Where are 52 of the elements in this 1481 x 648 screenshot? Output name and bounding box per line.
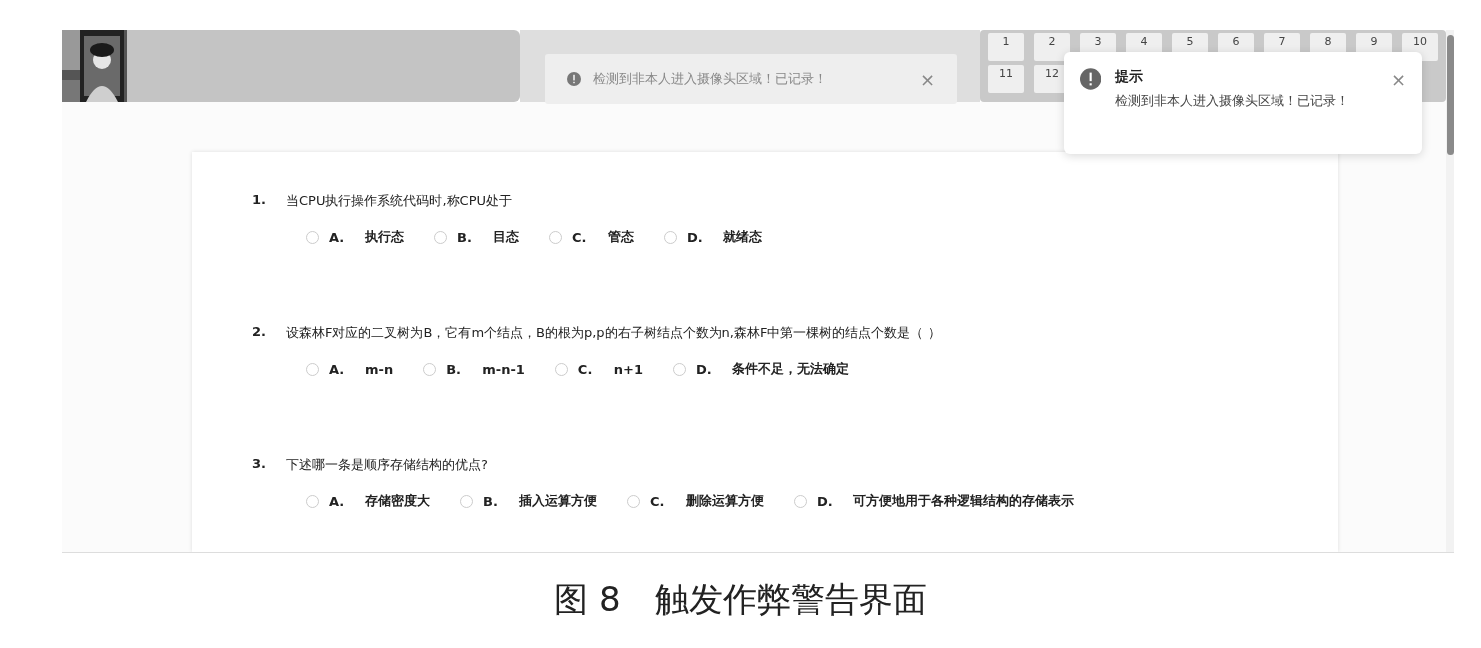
option-letter: B. [483, 493, 499, 509]
option-text: 可方便地用于各种逻辑结构的存储表示 [853, 492, 1074, 510]
warning-icon [1080, 68, 1102, 90]
option-letter: D. [696, 361, 713, 377]
option-text: n+1 [613, 361, 644, 377]
question-number: 2. [252, 324, 267, 341]
warning-icon [567, 72, 581, 86]
option-text: 条件不足，无法确定 [732, 360, 850, 378]
question-text: 设森林F对应的二叉树为B，它有m个结点，B的根为p,p的右子树结点个数为n,森林F中第一棵树的结点个数是（ ） [286, 324, 941, 342]
radio-button[interactable] [664, 230, 677, 244]
notification-message: 检测到非本人进入摄像头区域！已记录！ [1115, 92, 1351, 110]
figure-caption: 图 8 触发作弊警告界面 [554, 578, 927, 621]
radio-button[interactable] [306, 494, 319, 508]
question-text: 下述哪一条是顺序存储结构的优点? [286, 456, 488, 474]
option-letter: A. [329, 493, 346, 509]
option-letter: B. [446, 361, 463, 377]
option-text: 插入运算方便 [519, 492, 597, 510]
option-text: 删除运算方便 [686, 492, 764, 510]
question-number-button[interactable]: 2 [1034, 33, 1070, 61]
option-text: m-n [365, 361, 394, 377]
option-letter: D. [817, 493, 834, 509]
option-text: 目态 [493, 228, 519, 246]
radio-button[interactable] [794, 494, 807, 508]
question-text: 当CPU执行操作系统代码时,称CPU处于 [286, 192, 512, 210]
option-letter: D. [687, 229, 704, 245]
radio-button[interactable] [627, 494, 640, 508]
question-number: 1. [252, 192, 267, 209]
toast-message: 检测到非本人进入摄像头区域！已记录！ [593, 70, 828, 88]
radio-button[interactable] [306, 230, 319, 244]
option-letter: A. [329, 361, 346, 377]
option-letter: B. [457, 229, 473, 245]
radio-button[interactable] [549, 230, 562, 244]
question-number: 3. [252, 456, 267, 473]
option-text: 存储密度大 [365, 492, 430, 510]
question-number-button[interactable]: 1 [988, 33, 1024, 61]
radio-button[interactable] [673, 362, 687, 376]
radio-button[interactable] [460, 494, 473, 508]
close-button[interactable]: × [1390, 68, 1406, 90]
option-letter: C. [572, 229, 588, 245]
radio-button[interactable] [306, 362, 319, 376]
radio-button[interactable] [434, 230, 447, 244]
radio-button[interactable] [423, 362, 437, 376]
option-text: m-n-1 [482, 361, 525, 377]
option-text: 就绪态 [723, 228, 762, 246]
notification-title: 提示 [1115, 68, 1145, 86]
option-letter: C. [650, 493, 666, 509]
option-letter: A. [329, 229, 346, 245]
option-letter: C. [577, 361, 594, 377]
option-text: 管态 [608, 228, 634, 246]
option-text: 执行态 [365, 228, 404, 246]
question-number-button[interactable]: 11 [988, 65, 1024, 93]
radio-button[interactable] [554, 362, 568, 376]
